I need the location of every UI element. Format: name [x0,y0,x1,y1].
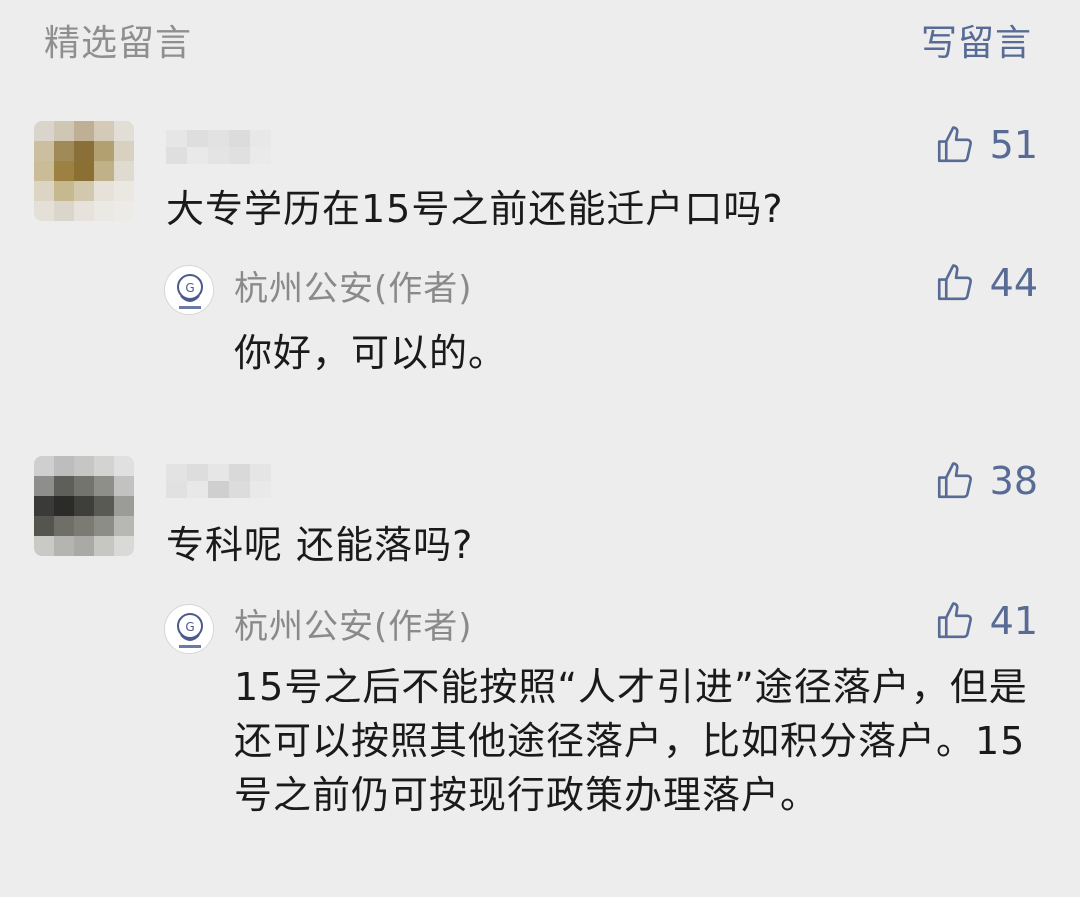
thumbs-up-icon [937,462,972,499]
section-title: 精选留言 [44,23,193,64]
author-name: 杭州公安(作者) [234,607,473,647]
user-avatar[interactable] [34,456,134,556]
author-avatar[interactable]: G [164,265,214,315]
like-button[interactable]: 51 [934,124,1038,166]
user-name [166,464,271,498]
comment-text: 大专学历在15号之前还能迁户口吗? [166,187,784,231]
like-button[interactable]: 41 [934,600,1038,642]
like-button[interactable]: 44 [934,262,1038,304]
user-name [166,130,271,164]
comment-text: 专科呢 还能落吗? [166,523,474,567]
like-button[interactable]: 38 [934,460,1038,502]
like-count: 41 [989,599,1038,643]
comments-page: 精选留言 写留言 大专学历在15号之前还能迁户口吗? 51 G 杭州公安(作者)… [0,0,1080,897]
reply-text: 15号之后不能按照“人才引进”途径落户，但是还可以按照其他途径落户，比如积分落户… [234,665,1028,817]
user-avatar[interactable] [34,121,134,221]
svg-text:G: G [185,620,194,634]
reply-text: 你好，可以的。 [234,331,508,375]
like-count: 51 [989,123,1038,167]
thumbs-up-icon [937,602,972,639]
svg-text:G: G [185,281,194,295]
like-count: 44 [989,261,1038,305]
author-name: 杭州公安(作者) [234,269,473,309]
thumbs-up-icon [937,264,972,301]
author-avatar[interactable]: G [164,604,214,654]
police-badge-icon: G [166,267,213,314]
police-badge-icon: G [166,606,213,653]
like-count: 38 [989,459,1038,503]
write-comment-link[interactable]: 写留言 [921,14,1032,66]
thumbs-up-icon [937,126,972,163]
